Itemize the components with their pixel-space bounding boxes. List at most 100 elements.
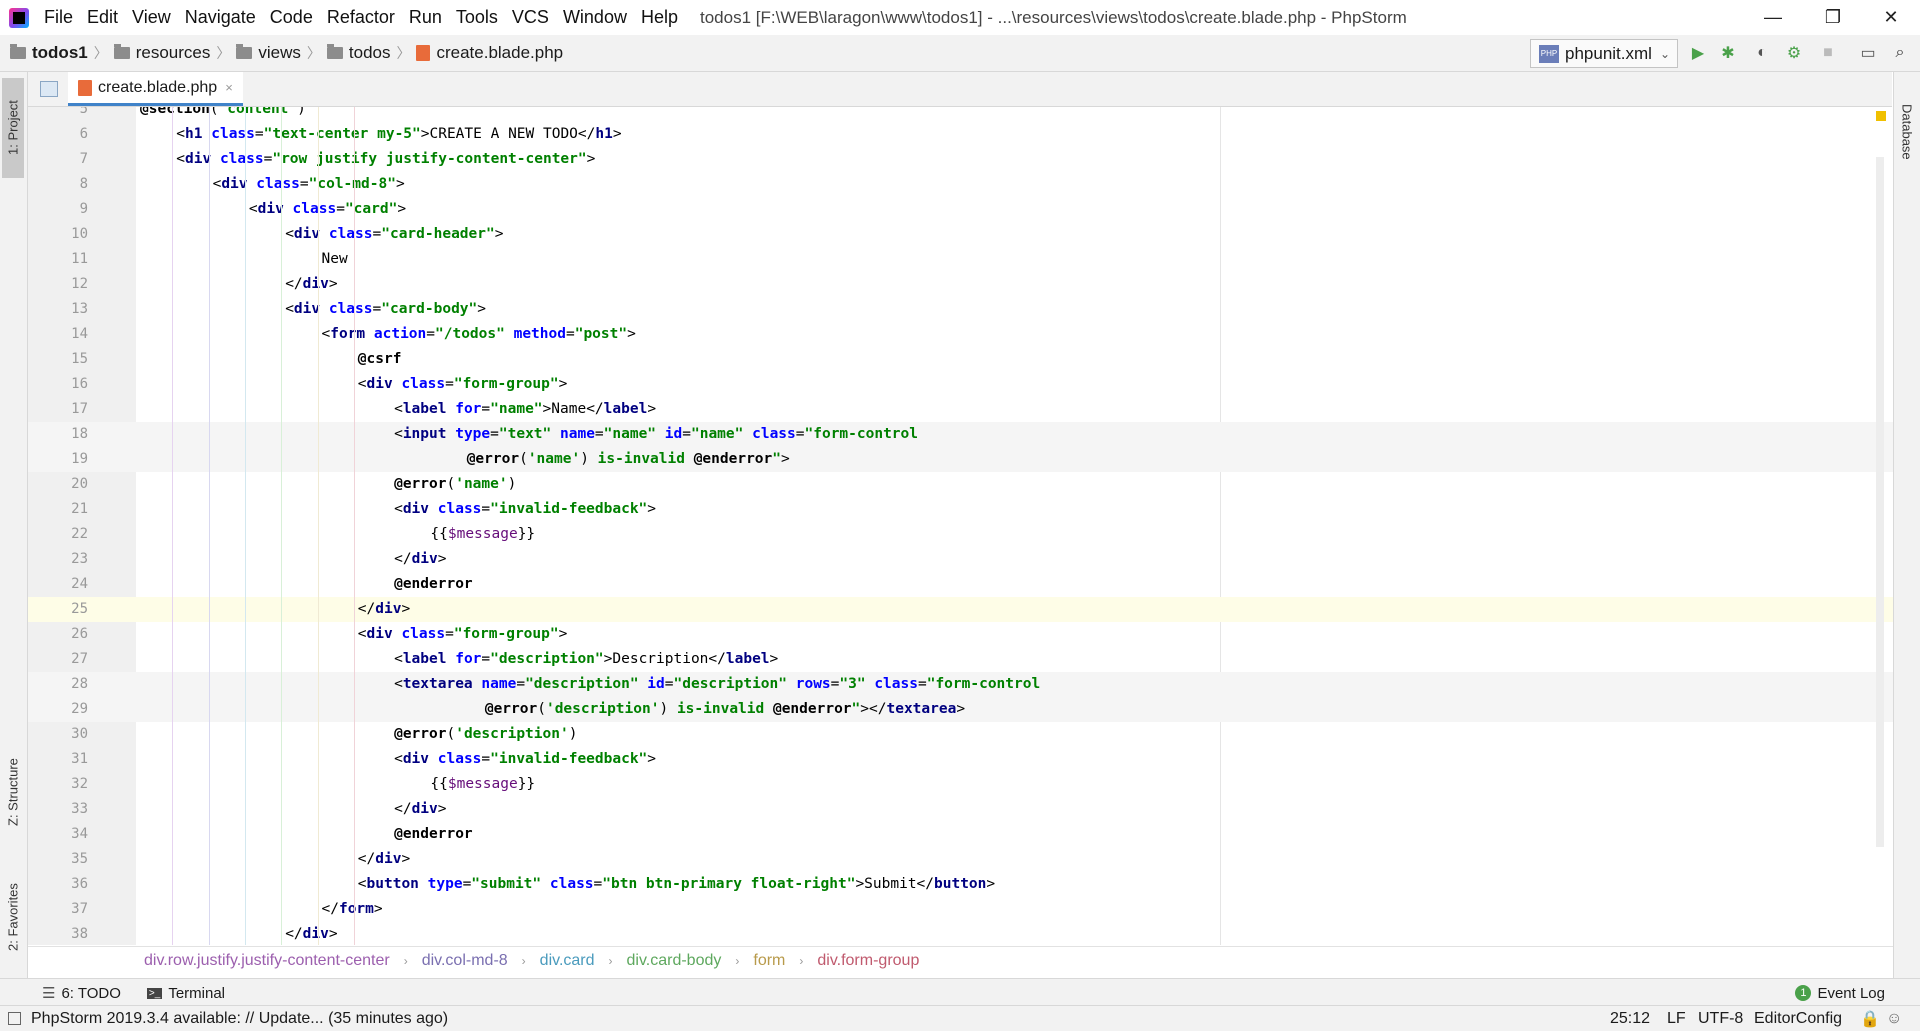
nav-crumb-project[interactable]: todos1 〉 — [10, 43, 108, 63]
tab-list-icon[interactable] — [40, 81, 58, 97]
nav-crumb-todos[interactable]: todos 〉 — [326, 43, 410, 63]
code-breadcrumb-item[interactable]: div.form-group — [817, 952, 919, 970]
code-text: <div class="card-body"> — [285, 301, 486, 317]
code-line[interactable]: 6›<h1 class="text-center my-5">CREATE A … — [28, 122, 1893, 147]
minimize-button[interactable]: — — [1744, 0, 1802, 35]
search-icon[interactable]: ⌕ — [1890, 43, 1910, 63]
code-text: @csrf — [357, 351, 402, 367]
inspector-icon[interactable]: ☺ — [1886, 1010, 1902, 1028]
code-line[interactable]: 25 </div> — [28, 597, 1893, 622]
line-number: 19 — [71, 451, 88, 467]
favorites-tool-tab[interactable]: 2: Favorites — [2, 862, 24, 972]
debug-icon[interactable]: ✱ — [1718, 43, 1738, 63]
close-window-button[interactable]: ✕ — [1862, 0, 1920, 35]
code-line[interactable]: 15 @csrf — [28, 347, 1893, 372]
code-line[interactable]: 36 <button type="submit" class="btn btn-p… — [28, 872, 1893, 897]
inspection-warning-icon[interactable] — [1876, 111, 1886, 121]
coverage-icon[interactable]: ◐ — [1752, 43, 1772, 63]
code-line[interactable]: 22 {{$message}} — [28, 522, 1893, 547]
line-number: 33 — [71, 801, 88, 817]
code-editor[interactable]: 5⌄@section('content')6›<h1 class="text-c… — [28, 107, 1893, 945]
code-text: <div class="form-group"> — [357, 376, 568, 392]
event-log-tool-tab[interactable]: 1 Event Log — [1795, 985, 1885, 1002]
database-tool-tab[interactable]: Database — [1896, 82, 1918, 182]
menu-vcs[interactable]: VCS — [512, 7, 549, 28]
code-breadcrumb-item[interactable]: div.col-md-8 — [422, 952, 508, 970]
code-text: <div class="col-md-8"> — [212, 176, 405, 192]
code-line[interactable]: 16 <div class="form-group"> — [28, 372, 1893, 397]
event-count-badge: 1 — [1795, 985, 1812, 1001]
code-line[interactable]: 34 @enderror — [28, 822, 1893, 847]
tab-create-blade[interactable]: create.blade.php × — [68, 72, 243, 106]
code-line[interactable]: 20 @error('name') — [28, 472, 1893, 497]
editorconfig-indicator[interactable]: EditorConfig — [1754, 1010, 1842, 1028]
code-line[interactable]: 7›<div class="row justify justify-conten… — [28, 147, 1893, 172]
status-message[interactable]: PhpStorm 2019.3.4 available: // Update..… — [31, 1010, 448, 1028]
code-line[interactable]: 5⌄@section('content') — [28, 107, 1893, 122]
code-line[interactable]: 21 <div class="invalid-feedback"> — [28, 497, 1893, 522]
code-line[interactable]: 26›<div class="form-group"> — [28, 622, 1893, 647]
code-line[interactable]: 13 <div class="card-body"> — [28, 297, 1893, 322]
lock-icon[interactable]: 🔒 — [1860, 1009, 1880, 1029]
nav-crumb-views[interactable]: views 〉 — [236, 43, 321, 63]
code-line[interactable]: 38 </div> — [28, 922, 1893, 945]
caret-position[interactable]: 25:12 — [1610, 1010, 1650, 1028]
code-line[interactable]: 33 </div> — [28, 797, 1893, 822]
code-line[interactable]: 11⌄New — [28, 247, 1893, 272]
code-line[interactable]: 27›<label for="description">Description<… — [28, 647, 1893, 672]
nav-crumb-resources[interactable]: resources 〉 — [113, 43, 230, 63]
stop-icon[interactable]: ■ — [1818, 43, 1838, 63]
nav-crumb-file[interactable]: create.blade.php — [416, 43, 563, 63]
run-configuration-select[interactable]: PHP phpunit.xml ⌄ — [1530, 39, 1678, 68]
menu-help[interactable]: Help — [641, 7, 678, 28]
project-structure-icon[interactable]: ▭ — [1858, 43, 1878, 63]
line-number: 13 — [71, 301, 88, 317]
code-line[interactable]: 14 <form action="/todos" method="post"> — [28, 322, 1893, 347]
code-line[interactable]: 23 </div> — [28, 547, 1893, 572]
menu-view[interactable]: View — [132, 7, 171, 28]
code-line[interactable]: 17 <label for="name">Name</label> — [28, 397, 1893, 422]
code-breadcrumb-item[interactable]: div.card — [540, 952, 595, 970]
code-line[interactable]: 9›<div class="card"> — [28, 197, 1893, 222]
code-line[interactable]: 29›@error('description') is-invalid @end… — [28, 697, 1893, 722]
code-breadcrumb-item[interactable]: form — [753, 952, 785, 970]
terminal-tool-tab[interactable]: >_ Terminal — [146, 985, 225, 1002]
code-breadcrumb-item[interactable]: div.row.justify.justify-content-center — [144, 952, 390, 970]
line-separator[interactable]: LF — [1667, 1010, 1686, 1028]
maximize-button[interactable]: ❐ — [1804, 0, 1862, 35]
code-line[interactable]: 24 @enderror — [28, 572, 1893, 597]
menu-tools[interactable]: Tools — [456, 7, 498, 28]
code-line[interactable]: 8›<div class="col-md-8"> — [28, 172, 1893, 197]
vertical-scrollbar[interactable] — [1876, 157, 1884, 847]
indent-guide — [353, 107, 355, 945]
menu-code[interactable]: Code — [270, 7, 313, 28]
code-line[interactable]: 12 </div> — [28, 272, 1893, 297]
menu-run[interactable]: Run — [409, 7, 442, 28]
code-line[interactable]: 35 </div> — [28, 847, 1893, 872]
todo-tool-tab[interactable]: ☰ 6: TODO — [42, 984, 121, 1003]
run-icon[interactable]: ▶ — [1688, 43, 1708, 63]
right-tool-strip: Database — [1893, 72, 1920, 1004]
code-line[interactable]: 30 @error('description') — [28, 722, 1893, 747]
project-tool-tab[interactable]: 1: Project — [2, 78, 24, 178]
menu-refactor[interactable]: Refactor — [327, 7, 395, 28]
code-line[interactable]: 32 {{$message}} — [28, 772, 1893, 797]
code-breadcrumb-item[interactable]: div.card-body — [627, 952, 722, 970]
code-line[interactable]: 37 </form> — [28, 897, 1893, 922]
code-text: <form action="/todos" method="post"> — [321, 326, 636, 342]
blade-file-icon — [416, 45, 431, 61]
profile-icon[interactable]: ⚙ — [1784, 43, 1804, 63]
code-line[interactable]: 18 <input type="text" name="name" id="nam… — [28, 422, 1893, 447]
file-encoding[interactable]: UTF-8 — [1698, 1010, 1743, 1028]
code-line[interactable]: 28›<textarea name="description" id="desc… — [28, 672, 1893, 697]
menu-navigate[interactable]: Navigate — [185, 7, 256, 28]
code-line[interactable]: 31 <div class="invalid-feedback"> — [28, 747, 1893, 772]
close-tab-icon[interactable]: × — [225, 80, 233, 95]
menu-edit[interactable]: Edit — [87, 7, 118, 28]
menu-file[interactable]: File — [44, 7, 73, 28]
structure-tool-tab[interactable]: Z: Structure — [2, 742, 24, 842]
code-line[interactable]: 10›<div class="card-header"> — [28, 222, 1893, 247]
code-line[interactable]: 19 @error('name') is-invalid @enderror"> — [28, 447, 1893, 472]
toggle-tool-windows-icon[interactable] — [8, 1012, 21, 1025]
menu-window[interactable]: Window — [563, 7, 627, 28]
